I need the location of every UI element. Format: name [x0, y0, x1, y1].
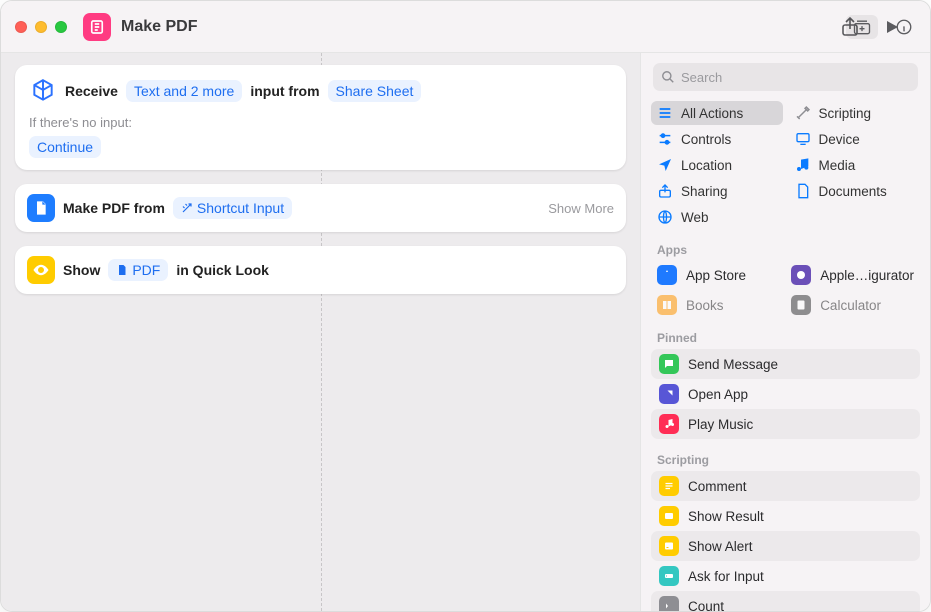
quicklook-action[interactable]: Show PDF in Quick Look — [15, 246, 626, 294]
zoom-icon[interactable] — [55, 21, 67, 33]
category-sharing[interactable]: Sharing — [651, 179, 783, 203]
close-icon[interactable] — [15, 21, 27, 33]
content: Receive Text and 2 more input from Share… — [1, 53, 930, 611]
library-button[interactable] — [846, 15, 878, 39]
receive-icon — [29, 77, 57, 105]
receive-prefix: Receive — [65, 83, 118, 99]
magic-wand-icon — [181, 202, 193, 214]
section-scripting-label: Scripting — [641, 445, 930, 471]
show-prefix: Show — [63, 262, 100, 278]
actions-sidebar: All Actions Scripting Controls Device Lo… — [640, 53, 930, 611]
app-books[interactable]: Books — [651, 291, 779, 319]
apps-grid: App Store Apple…igurator Books Calculato… — [641, 261, 930, 323]
section-pinned-label: Pinned — [641, 323, 930, 349]
action-play-music[interactable]: Play Music — [651, 409, 920, 439]
pinned-list: Send Message Open App Play Music — [641, 349, 930, 445]
receive-input-action[interactable]: Receive Text and 2 more input from Share… — [15, 65, 626, 170]
input-types-token[interactable]: Text and 2 more — [126, 80, 242, 102]
action-ask-input[interactable]: Ask for Input — [651, 561, 920, 591]
section-apps-label: Apps — [641, 235, 930, 261]
search-icon — [661, 70, 675, 84]
category-location[interactable]: Location — [651, 153, 783, 177]
category-device[interactable]: Device — [789, 127, 921, 151]
action-count[interactable]: Count — [651, 591, 920, 611]
no-input-action-token[interactable]: Continue — [29, 136, 101, 158]
category-all-actions[interactable]: All Actions — [651, 101, 783, 125]
show-suffix: in Quick Look — [176, 262, 269, 278]
receive-mid: input from — [250, 83, 319, 99]
window-controls — [15, 21, 67, 33]
category-documents[interactable]: Documents — [789, 179, 921, 203]
eye-icon — [27, 256, 55, 284]
action-show-alert[interactable]: Show Alert — [651, 531, 920, 561]
scripting-list: Comment Show Result Show Alert Ask for I… — [641, 471, 930, 611]
action-send-message[interactable]: Send Message — [651, 349, 920, 379]
category-grid: All Actions Scripting Controls Device Lo… — [641, 99, 930, 235]
action-comment[interactable]: Comment — [651, 471, 920, 501]
action-open-app[interactable]: Open App — [651, 379, 920, 409]
makepdf-prefix: Make PDF from — [63, 200, 165, 216]
search-field[interactable] — [653, 63, 918, 91]
shortcut-glyph-icon — [83, 13, 111, 41]
make-pdf-action[interactable]: Make PDF from Shortcut Input Show More — [15, 184, 626, 232]
document-icon — [27, 194, 55, 222]
pdf-variable[interactable]: PDF — [108, 259, 168, 281]
app-window: Make PDF Receive Text and 2 more input f… — [0, 0, 931, 612]
show-more-button[interactable]: Show More — [548, 201, 614, 216]
app-appstore[interactable]: App Store — [651, 261, 779, 289]
app-configurator[interactable]: Apple…igurator — [785, 261, 920, 289]
category-media[interactable]: Media — [789, 153, 921, 177]
doc-mini-icon — [116, 264, 128, 276]
shortcut-input-variable[interactable]: Shortcut Input — [173, 197, 292, 219]
category-controls[interactable]: Controls — [651, 127, 783, 151]
action-show-result[interactable]: Show Result — [651, 501, 920, 531]
category-web[interactable]: Web — [651, 205, 783, 229]
info-button[interactable] — [894, 17, 914, 37]
workflow-canvas[interactable]: Receive Text and 2 more input from Share… — [1, 53, 640, 611]
category-scripting[interactable]: Scripting — [789, 101, 921, 125]
minimize-icon[interactable] — [35, 21, 47, 33]
app-calculator[interactable]: Calculator — [785, 291, 920, 319]
no-input-label: If there's no input: — [29, 115, 612, 130]
input-source-token[interactable]: Share Sheet — [328, 80, 422, 102]
search-input[interactable] — [681, 70, 910, 85]
